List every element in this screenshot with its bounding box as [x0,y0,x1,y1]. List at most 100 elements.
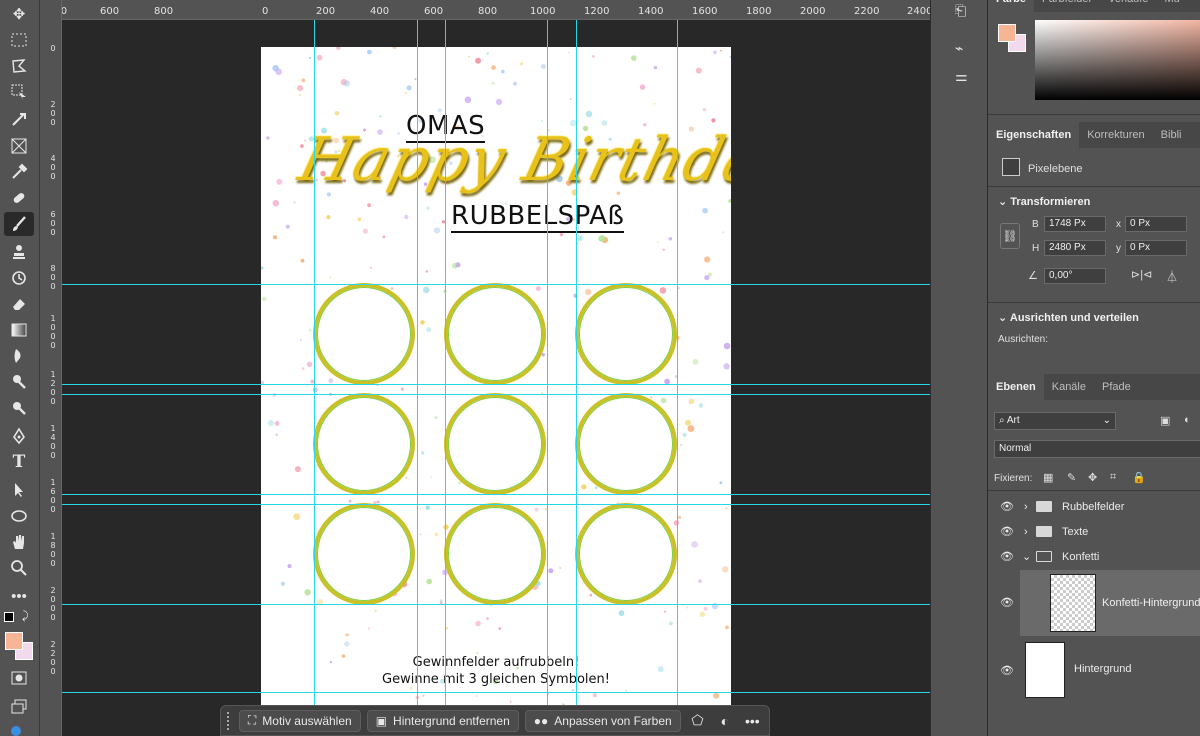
tab-adjustments[interactable]: Korrekturen [1079,122,1152,148]
adjustments-icon[interactable]: ⚌ [955,68,968,85]
tab-swatches[interactable]: Farbfelder [1034,0,1100,12]
guide-vertical[interactable] [417,20,418,736]
chevron-right-icon[interactable]: › [1024,526,1028,538]
eyedropper-tool-icon[interactable] [4,160,34,184]
width-field[interactable]: 1748 Px [1044,216,1106,232]
scratch-field-9[interactable] [575,503,677,605]
dodge-tool-icon[interactable] [4,370,34,394]
brush-presets-icon[interactable]: ⌁ [955,40,963,57]
guide-horizontal[interactable] [62,384,930,385]
marquee-tool-icon[interactable] [4,28,34,52]
guide-horizontal[interactable] [62,504,930,505]
type-tool-icon[interactable]: T [4,450,34,474]
scratch-field-6[interactable] [575,393,677,495]
blend-mode-select[interactable]: Normal [994,440,1200,458]
pen-tool-icon[interactable] [4,424,34,448]
layer-row-texte[interactable]: 👁 › Texte [988,519,1200,544]
guide-vertical[interactable] [677,20,678,736]
guide-vertical[interactable] [576,20,577,736]
ellipse-tool-icon[interactable] [4,504,34,528]
scratch-field-2[interactable] [444,283,546,385]
align-section-toggle[interactable]: ⌄ Ausrichten und verteilen [998,311,1139,324]
lasso-tool-icon[interactable] [4,54,34,78]
canvas-area[interactable]: OMAS Happy Birthday RUBBELSPAß Gewinnfel… [62,20,930,736]
more-options-icon[interactable]: ••• [742,710,763,732]
tab-channels[interactable]: Kanäle [1044,374,1094,400]
layer-row-rubbelfelder[interactable]: 👁 › Rubbelfelder [988,494,1200,519]
guide-horizontal[interactable] [62,494,930,495]
zoom-tool-icon[interactable] [4,556,34,580]
lock-artboard-icon[interactable]: ⌗ [1110,471,1116,484]
tab-properties[interactable]: Eigenschaften [988,122,1080,148]
tab-color[interactable]: Farbe [988,0,1034,12]
visibility-eye-icon[interactable]: 👁 [1000,664,1014,677]
chevron-right-icon[interactable]: › [1024,501,1028,513]
layer-row-konfetti[interactable]: 👁 ⌄ Konfetti [988,544,1200,569]
guide-horizontal[interactable] [62,692,930,693]
color-picker-field[interactable] [1035,20,1200,100]
scratch-field-8[interactable] [444,503,546,605]
layer-row-hintergrund[interactable]: 👁 Hintergrund [988,638,1200,702]
eraser-tool-icon[interactable] [4,292,34,316]
transform-section-toggle[interactable]: ⌄ Transformieren [998,195,1090,208]
gradient-tool-icon[interactable] [4,318,34,342]
lock-all-icon[interactable]: 🔒 [1132,471,1146,484]
history-icon[interactable]: ⎗ [955,2,966,19]
path-select-tool-icon[interactable] [4,478,34,502]
tab-gradients[interactable]: Verläufe [1100,0,1156,12]
stamp-tool-icon[interactable] [4,240,34,264]
guide-horizontal[interactable] [62,284,930,285]
scratch-field-3[interactable] [575,283,677,385]
object-select-tool-icon[interactable] [4,80,34,104]
angle-field[interactable]: 0,00° [1044,268,1106,284]
magnify-search-icon[interactable] [4,396,34,420]
x-field[interactable]: 0 Px [1125,216,1187,232]
link-dimensions-icon[interactable]: ⛓ [1000,223,1020,249]
screen-mode-icon[interactable] [4,694,34,718]
guide-vertical[interactable] [547,20,548,736]
tab-libraries[interactable]: Bibli [1153,122,1190,148]
scratch-field-4[interactable] [313,393,415,495]
tab-patterns[interactable]: Mu [1156,0,1187,12]
scratch-field-7[interactable] [313,503,415,605]
tab-layers[interactable]: Ebenen [988,374,1044,400]
tab-paths[interactable]: Pfade [1094,374,1139,400]
panel-fg-swatch[interactable] [998,24,1016,42]
adjustment-icon[interactable]: ◐ [714,710,735,732]
more-tools-icon[interactable]: ••• [4,584,34,608]
flip-horizontal-icon[interactable]: ⊳|⊲ [1131,268,1152,281]
guide-horizontal[interactable] [62,394,930,395]
crop-tool-icon[interactable] [4,108,34,132]
visibility-eye-icon[interactable]: 👁 [1000,525,1014,538]
document-canvas[interactable]: OMAS Happy Birthday RUBBELSPAß Gewinnfel… [261,47,731,736]
filter-pixel-icon[interactable]: ▣ [1160,414,1170,427]
guide-vertical[interactable] [445,20,446,736]
layer-filter-select[interactable]: ⌕ Art ⌄ [994,412,1116,430]
select-subject-button[interactable]: ⛶ Motiv auswählen [238,709,361,732]
chevron-down-icon[interactable]: ⌄ [1022,550,1031,563]
visibility-eye-icon[interactable]: 👁 [1000,500,1014,513]
brush-tool-icon[interactable] [4,212,34,236]
guide-vertical[interactable] [314,20,315,736]
filter-adjustment-icon[interactable]: ◐ [1184,414,1191,426]
scratch-field-1[interactable] [313,283,415,385]
y-field[interactable]: 0 Px [1125,240,1187,256]
remove-background-button[interactable]: ▣ Hintergrund entfernen [366,709,519,732]
default-colors-icon[interactable] [4,612,14,622]
flip-vertical-icon[interactable]: ⏃ [1166,268,1178,285]
match-colors-button[interactable]: ●● Anpassen von Farben [524,709,681,732]
blur-tool-icon[interactable] [4,344,34,368]
lock-pixels-icon[interactable]: ✎ [1067,471,1076,484]
history-brush-tool-icon[interactable] [4,266,34,290]
transform-icon[interactable]: ⬠ [687,710,708,732]
frame-tool-icon[interactable] [4,134,34,158]
healing-brush-tool-icon[interactable] [4,186,34,210]
scratch-field-5[interactable] [444,393,546,495]
share-icon[interactable] [11,726,21,736]
quick-mask-icon[interactable] [4,666,34,690]
lock-position-icon[interactable]: ✥ [1088,471,1097,484]
height-field[interactable]: 2480 Px [1044,240,1106,256]
taskbar-drag-handle[interactable] [227,711,233,730]
visibility-eye-icon[interactable]: 👁 [1000,596,1014,609]
move-tool-icon[interactable]: ✥ [4,2,34,26]
